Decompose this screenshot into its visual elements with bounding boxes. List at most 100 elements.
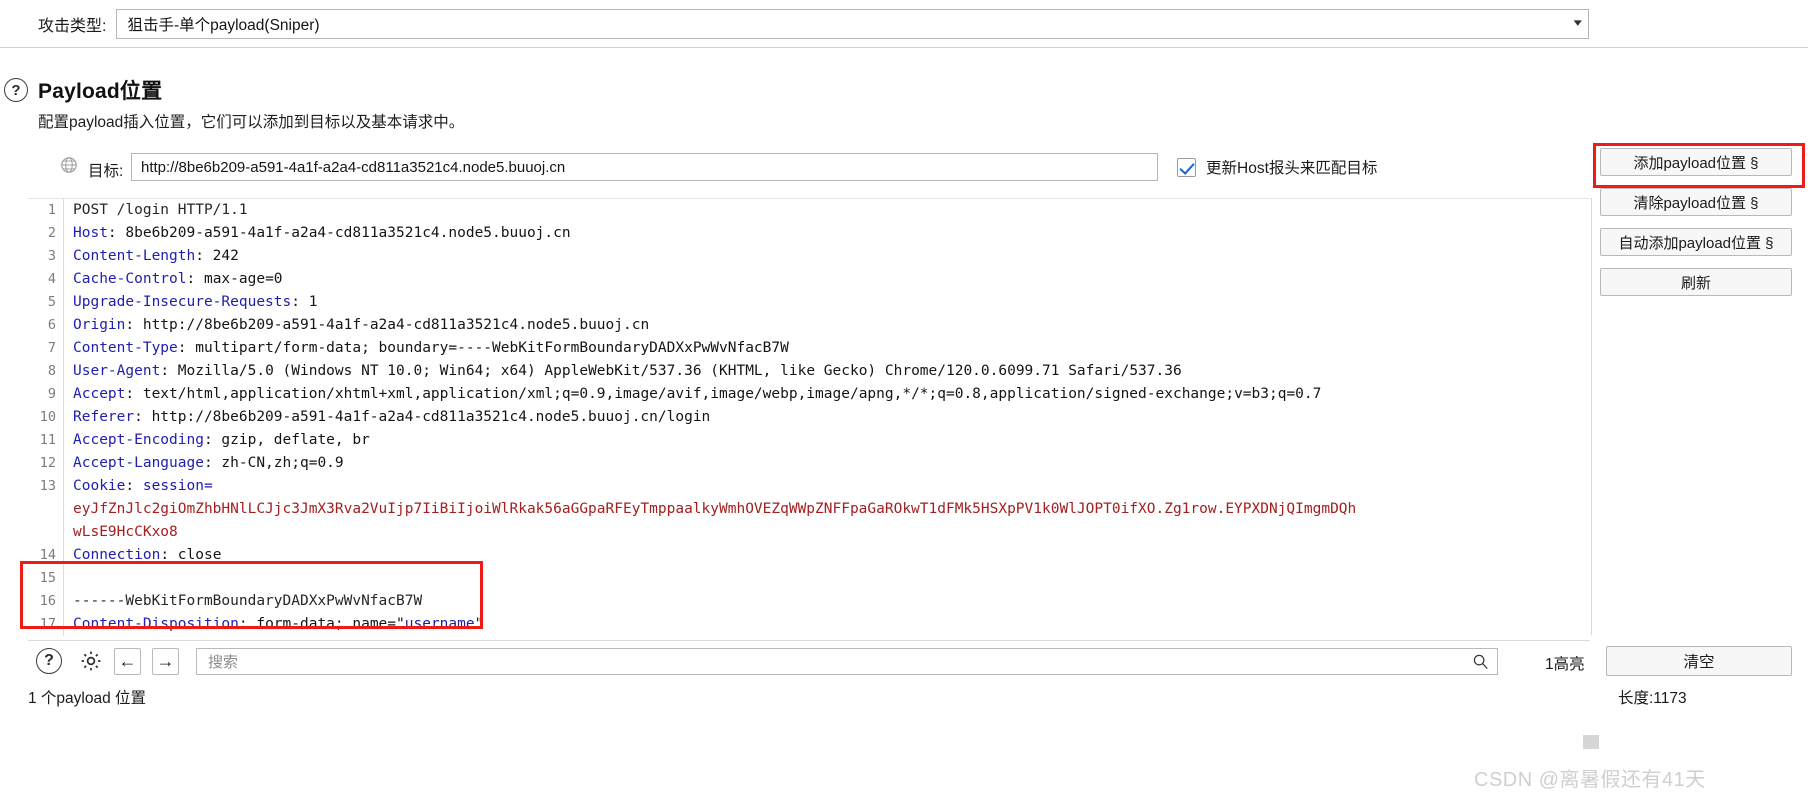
code-line[interactable]: 1 POST /login HTTP/1.1	[28, 199, 1590, 222]
code-segment: Cache-Control	[73, 271, 187, 287]
line-number: 10	[28, 406, 64, 429]
line-number	[28, 498, 64, 521]
clear-button[interactable]: 清空	[1606, 646, 1792, 676]
attack-type-select[interactable]: 狙击手-单个payload(Sniper) ▾	[116, 8, 1590, 39]
code-segment: : text/html,application/xhtml+xml,applic…	[125, 386, 1322, 402]
code-line[interactable]: 3 Content-Length: 242	[28, 245, 1590, 268]
update-host-header-checkbox-wrap[interactable]: 更新Host报头来匹配目标	[1177, 156, 1377, 178]
attack-type-row: 攻击类型: 狙击手-单个payload(Sniper) ▾	[0, 0, 1808, 47]
code-segment: Cookie	[73, 478, 126, 494]
code-segment: Content-Type	[73, 340, 178, 356]
search-back-button[interactable]: ←	[114, 648, 141, 675]
help-icon[interactable]: ?	[4, 78, 28, 102]
code-text: ------WebKitFormBoundaryDADXxPwWvNfacB7W	[64, 590, 422, 613]
refresh-button[interactable]: 刷新	[1600, 268, 1792, 296]
code-text: Referer: http://8be6b209-a591-4a1f-a2a4-…	[64, 406, 710, 429]
auto-add-payload-position-button[interactable]: 自动添加payload位置 §	[1600, 228, 1792, 256]
code-line[interactable]: 4 Cache-Control: max-age=0	[28, 268, 1590, 291]
payload-position-count: 1 个payload 位置	[28, 690, 147, 707]
code-segment: ------WebKitFormBoundaryDADXxPwWvNfacB7W	[73, 593, 423, 609]
code-segment: : http://8be6b209-a591-4a1f-a2a4-cd811a3…	[125, 317, 650, 333]
line-number: 7	[28, 337, 64, 360]
code-line[interactable]: 17 Content-Disposition: form-data; name="…	[28, 613, 1590, 636]
code-segment: Accept-Language	[73, 455, 204, 471]
search-forward-button[interactable]: →	[152, 648, 179, 675]
payload-position-actions: 添加payload位置 § 清除payload位置 § 自动添加payload位置 …	[1600, 148, 1800, 308]
code-segment: : http://8be6b209-a591-4a1f-a2a4-cd811a3…	[134, 409, 711, 425]
code-line[interactable]: 13 Cookie: session=	[28, 475, 1590, 498]
code-text: Host: 8be6b209-a591-4a1f-a2a4-cd811a3521…	[64, 222, 571, 245]
search-placeholder: 搜索	[208, 654, 239, 671]
code-line[interactable]: 2 Host: 8be6b209-a591-4a1f-a2a4-cd811a352…	[28, 222, 1590, 245]
code-segment: session=	[142, 478, 213, 494]
code-line[interactable]: 15	[28, 567, 1590, 590]
code-line[interactable]: 8 User-Agent: Mozilla/5.0 (Windows NT 10.…	[28, 360, 1590, 383]
attack-type-label: 攻击类型:	[38, 17, 107, 35]
code-segment: : max-age=0	[186, 271, 283, 287]
search-input[interactable]: 搜索	[196, 648, 1498, 675]
code-line[interactable]: 5 Upgrade-Insecure-Requests: 1	[28, 291, 1590, 314]
target-label: 目标:	[88, 163, 124, 180]
code-text: Accept-Encoding: gzip, deflate, br	[64, 429, 370, 452]
line-number	[28, 521, 64, 544]
code-line[interactable]: 14 Connection: close	[28, 544, 1590, 567]
chevron-down-icon: ▾	[1573, 17, 1582, 29]
code-text: Cache-Control: max-age=0	[64, 268, 283, 291]
page-title: Payload位置	[38, 80, 163, 103]
code-line[interactable]: 16 ------WebKitFormBoundaryDADXxPwWvNfacB…	[28, 590, 1590, 613]
code-line[interactable]: 7 Content-Type: multipart/form-data; boun…	[28, 337, 1590, 360]
clear-payload-position-button[interactable]: 清除payload位置 §	[1600, 188, 1792, 216]
code-line[interactable]: 6 Origin: http://8be6b209-a591-4a1f-a2a4-…	[28, 314, 1590, 337]
gear-icon[interactable]	[78, 648, 104, 674]
target-url-input[interactable]: http://8be6b209-a591-4a1f-a2a4-cd811a352…	[131, 153, 1158, 181]
globe-icon	[61, 157, 77, 173]
code-line[interactable]: 10 Referer: http://8be6b209-a591-4a1f-a2a…	[28, 406, 1590, 429]
code-line[interactable]: 11 Accept-Encoding: gzip, deflate, br	[28, 429, 1590, 452]
code-segment: Host	[73, 225, 108, 241]
code-text: Accept-Language: zh-CN,zh;q=0.9	[64, 452, 344, 475]
line-number: 2	[28, 222, 64, 245]
scrollbar-nub[interactable]	[1583, 735, 1599, 749]
code-line[interactable]: 12 Accept-Language: zh-CN,zh;q=0.9	[28, 452, 1590, 475]
code-segment: : 242	[195, 248, 239, 264]
update-host-header-checkbox[interactable]	[1177, 157, 1196, 177]
line-number: 6	[28, 314, 64, 337]
code-segment: Accept	[73, 386, 126, 402]
code-segment: wLsE9HcCKxo8	[73, 524, 178, 540]
code-segment: Connection	[73, 547, 161, 563]
search-icon[interactable]	[1472, 653, 1489, 670]
line-number: 8	[28, 360, 64, 383]
line-number: 14	[28, 544, 64, 567]
code-text: User-Agent: Mozilla/5.0 (Windows NT 10.0…	[64, 360, 1182, 383]
add-payload-position-button[interactable]: 添加payload位置 §	[1600, 148, 1792, 176]
line-number: 12	[28, 452, 64, 475]
code-segment: eyJfZnJlc2giOmZhbHNlLCJjc3JmX3Rva2VuIjp7…	[73, 501, 1357, 517]
code-line[interactable]: eyJfZnJlc2giOmZhbHNlLCJjc3JmX3Rva2VuIjp7…	[28, 498, 1590, 521]
line-number: 9	[28, 383, 64, 406]
bottom-divider	[28, 640, 1590, 641]
target-row: 目标: http://8be6b209-a591-4a1f-a2a4-cd811…	[0, 148, 1570, 194]
help-icon-bottom[interactable]: ?	[36, 648, 62, 674]
code-segment: : close	[160, 547, 222, 563]
code-text: Connection: close	[64, 544, 221, 567]
code-line[interactable]: 9 Accept: text/html,application/xhtml+xml…	[28, 383, 1590, 406]
code-segment: : gzip, deflate, br	[203, 432, 370, 448]
code-segment: : 8be6b209-a591-4a1f-a2a4-cd811a3521c4.n…	[107, 225, 571, 241]
line-number: 15	[28, 567, 64, 590]
code-segment: : form-data; name="	[238, 616, 405, 632]
code-text: Content-Disposition: form-data; name="us…	[64, 613, 483, 636]
code-segment: : Mozilla/5.0 (Windows NT 10.0; Win64; x…	[160, 363, 1182, 379]
request-editor[interactable]: 1 POST /login HTTP/1.1 2 Host: 8be6b209-a59…	[28, 198, 1590, 636]
code-segment: Origin	[73, 317, 126, 333]
line-number: 17	[28, 613, 64, 636]
line-number: 1	[28, 199, 64, 222]
code-segment: Content-Disposition	[73, 616, 239, 632]
code-line[interactable]: wLsE9HcCKxo8	[28, 521, 1590, 544]
update-host-header-label: 更新Host报头来匹配目标	[1206, 160, 1378, 177]
code-segment: : zh-CN,zh;q=0.9	[203, 455, 344, 471]
attack-type-selected-value: 狙击手-单个payload(Sniper)	[127, 16, 320, 34]
line-number: 3	[28, 245, 64, 268]
code-segment: Content-Length	[73, 248, 196, 264]
highlight-count: 1高亮	[1545, 656, 1585, 673]
